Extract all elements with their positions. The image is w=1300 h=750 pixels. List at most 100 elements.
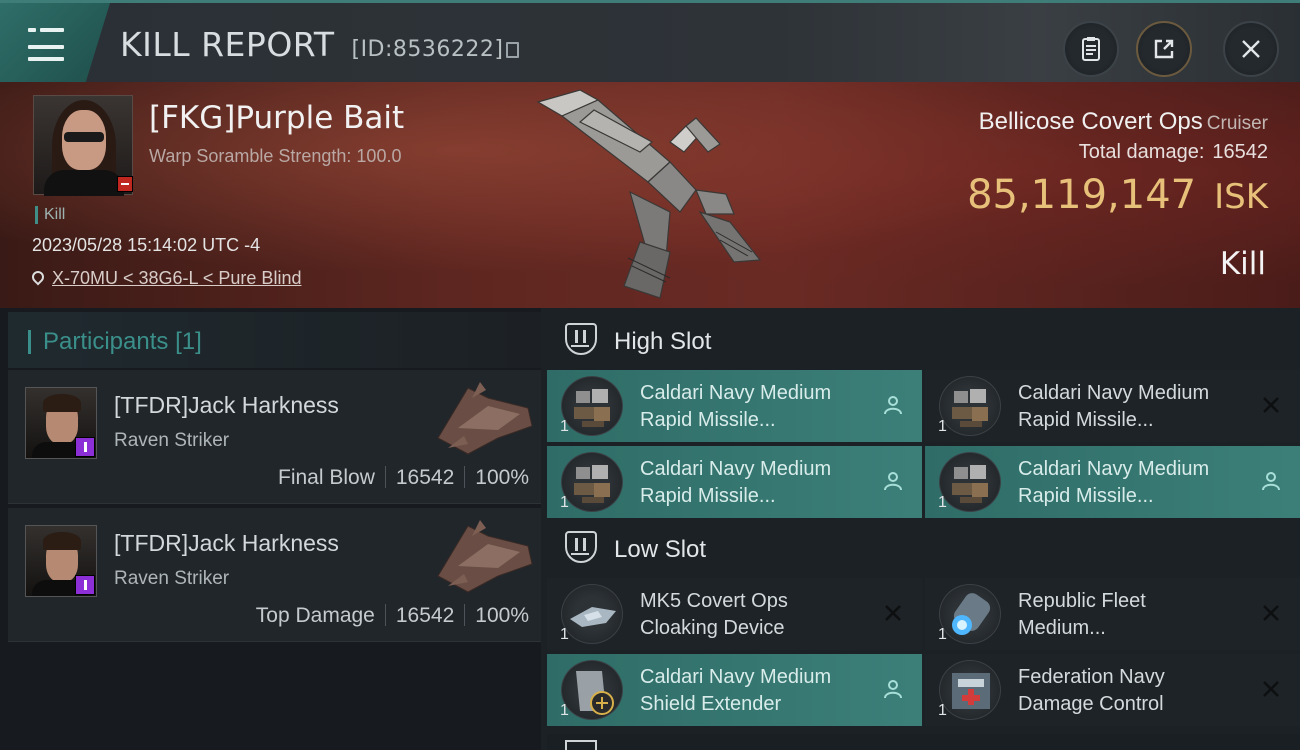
module-name: Caldari Navy Medium Rapid Missile...: [640, 456, 831, 510]
module-slot[interactable]: 1 Caldari Navy Medium Shield Extender: [547, 654, 922, 726]
low-slot-header: Low Slot: [547, 518, 1300, 578]
participants-header: Participants [1]: [8, 312, 541, 368]
module-icon: [561, 584, 623, 644]
participant-ship-image: [437, 382, 533, 455]
module-quantity: 1: [938, 626, 947, 643]
participants-count: [1]: [175, 328, 202, 355]
total-damage-value: 16542: [1212, 141, 1268, 163]
victim-ship-name: Bellicose Covert Ops: [978, 108, 1203, 135]
kill-tag: Kill: [35, 206, 65, 224]
participant-row[interactable]: [TFDR]Jack Harkness Raven Striker Final …: [8, 370, 541, 504]
module-slot[interactable]: 1 Republic Fleet Medium...: [925, 578, 1300, 650]
next-slot-header: [547, 734, 1300, 750]
participant-damage: 16542: [395, 466, 455, 489]
total-damage-label: Total damage:: [1078, 141, 1205, 163]
module-name-line1: Caldari Navy Medium: [1018, 458, 1210, 480]
module-icon: [561, 660, 623, 720]
location-link[interactable]: X-70MU < 38G6-L < Pure Blind: [52, 268, 301, 288]
dropped-person-icon: [882, 470, 904, 492]
module-slot[interactable]: 1 Caldari Navy Medium Rapid Missile...: [547, 446, 922, 518]
module-slot[interactable]: 1 MK5 Covert Ops Cloaking Device: [547, 578, 922, 650]
module-quantity: 1: [560, 702, 569, 719]
dropped-person-icon: [882, 678, 904, 700]
module-quantity: 1: [938, 494, 947, 511]
isk-unit: ISK: [1214, 177, 1268, 217]
module-name-line2: Rapid Missile...: [1018, 409, 1154, 431]
module-quantity: 1: [938, 702, 947, 719]
participant-name: [TFDR]Jack Harkness: [114, 392, 339, 418]
victim-name[interactable]: [FKG]Purple Bait: [149, 100, 404, 136]
module-name-line2: Cloaking Device: [640, 617, 785, 639]
share-button[interactable]: [1136, 21, 1192, 77]
module-name-line1: Caldari Navy Medium: [1018, 382, 1210, 404]
clipboard-button[interactable]: [1063, 21, 1119, 77]
module-name-line1: MK5 Covert Ops: [640, 590, 788, 612]
participant-stats: Final Blow 16542 100%: [278, 466, 529, 490]
module-icon: [939, 376, 1001, 436]
destroyed-close-icon: [1260, 678, 1282, 700]
module-icon: [939, 584, 1001, 644]
isk-value: 85,119,147 ISK: [967, 172, 1268, 218]
page-title-text: KILL REPORT: [120, 25, 335, 64]
participants-panel: Participants [1] [TFDR]Jack Harkness Rav…: [0, 308, 541, 750]
total-damage: Total damage: 16542: [1079, 141, 1268, 164]
participant-row[interactable]: [TFDR]Jack Harkness Raven Striker Top Da…: [8, 508, 541, 642]
module-name: Federation Navy Damage Control: [1018, 664, 1165, 718]
copy-icon[interactable]: [506, 42, 520, 58]
victim-ship-class: Cruiser: [1206, 113, 1268, 134]
close-button[interactable]: [1223, 21, 1279, 77]
module-slot[interactable]: 1 Caldari Navy Medium Rapid Missile...: [925, 370, 1300, 442]
high-slot-icon: [565, 323, 597, 355]
share-icon: [1154, 39, 1174, 59]
clipboard-icon: [1082, 37, 1100, 61]
close-icon: [1242, 40, 1260, 58]
module-slot[interactable]: 1 Federation Navy Damage Control: [925, 654, 1300, 726]
module-name-line2: Medium...: [1018, 617, 1106, 639]
participant-ship: Raven Striker: [114, 430, 230, 451]
report-id: [ID:8536222]: [351, 37, 504, 62]
participant-percent: 100%: [475, 604, 529, 627]
module-name: Caldari Navy Medium Rapid Missile...: [640, 380, 831, 434]
dropped-person-icon: [1260, 470, 1282, 492]
module-name: Caldari Navy Medium Shield Extender: [640, 664, 831, 718]
victim-ship-image: [536, 89, 762, 299]
page-title: KILL REPORT [ID:8536222]: [120, 25, 520, 64]
slot-icon: [565, 740, 597, 750]
kill-datetime: 2023/05/28 15:14:02 UTC -4: [32, 235, 261, 255]
kill-result: Kill: [1219, 246, 1266, 282]
hamburger-icon: [28, 27, 64, 69]
module-name: Caldari Navy Medium Rapid Missile...: [1018, 380, 1209, 434]
high-slot-header: High Slot: [547, 310, 1300, 370]
module-quantity: 1: [560, 626, 569, 643]
location-pin-icon: [29, 268, 47, 286]
kill-location[interactable]: X-70MU < 38G6-L < Pure Blind: [29, 268, 301, 289]
module-name-line2: Shield Extender: [640, 693, 782, 715]
participant-stats: Top Damage 16542 100%: [256, 604, 529, 628]
participant-ship: Raven Striker: [114, 568, 230, 589]
module-name-line2: Rapid Missile...: [640, 409, 776, 431]
module-name-line1: Caldari Navy Medium: [640, 458, 832, 480]
participant-damage: 16542: [395, 604, 455, 627]
destroyed-close-icon: [1260, 602, 1282, 624]
destroyed-close-icon: [882, 602, 904, 624]
module-icon: [939, 660, 1001, 720]
module-icon: [561, 376, 623, 436]
module-quantity: 1: [938, 418, 947, 435]
standing-badge-icon: [75, 437, 95, 457]
victim-ship[interactable]: Bellicose Covert Ops Cruiser: [979, 108, 1268, 136]
participant-role: Final Blow: [278, 466, 375, 489]
module-name-line2: Damage Control: [1018, 693, 1164, 715]
module-slot[interactable]: 1 Caldari Navy Medium Rapid Missile...: [547, 370, 922, 442]
victim-banner: [FKG]Purple Bait Warp Soramble Strength:…: [0, 82, 1300, 308]
module-slot[interactable]: 1 Caldari Navy Medium Rapid Missile...: [925, 446, 1300, 518]
module-quantity: 1: [560, 494, 569, 511]
module-name-line1: Caldari Navy Medium: [640, 666, 832, 688]
module-name: Republic Fleet Medium...: [1018, 588, 1146, 642]
participant-role: Top Damage: [255, 604, 375, 627]
module-name-line2: Rapid Missile...: [1018, 485, 1154, 507]
module-icon: [561, 452, 623, 512]
high-slot-title: High Slot: [614, 328, 712, 355]
participant-percent: 100%: [475, 466, 529, 489]
module-name-line2: Rapid Missile...: [640, 485, 776, 507]
menu-button[interactable]: [0, 3, 110, 82]
